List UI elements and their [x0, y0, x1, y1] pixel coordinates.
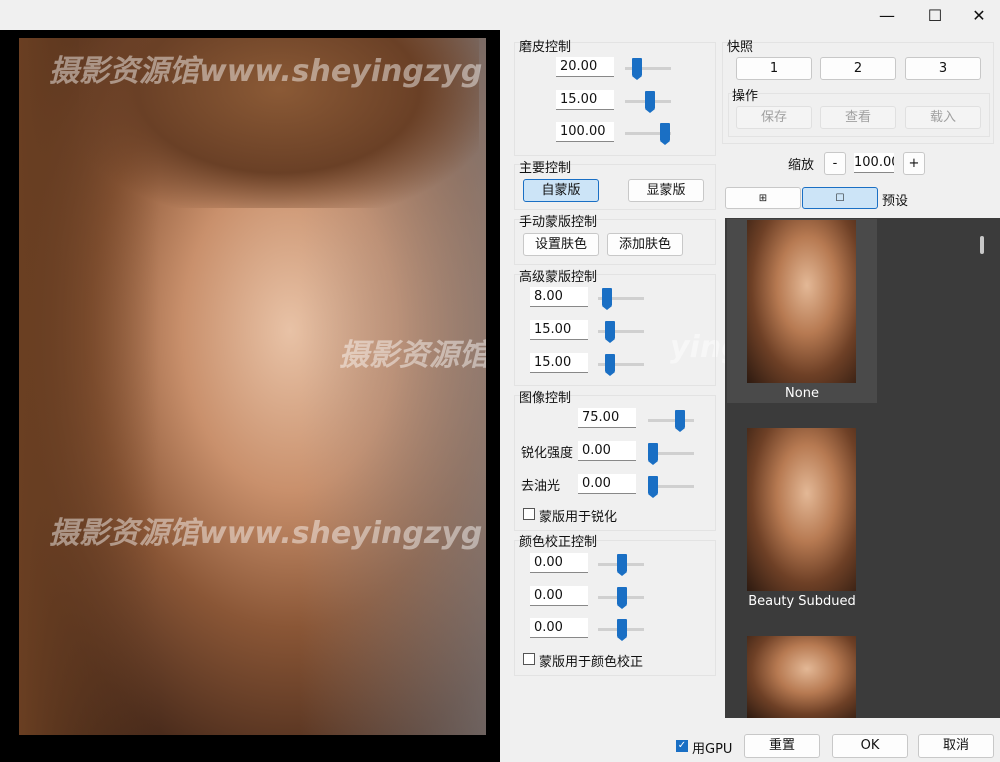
snapshot-3-button[interactable]: 3: [905, 57, 981, 80]
add-skin-button[interactable]: 添加肤色: [607, 233, 683, 256]
snapshot-save-button[interactable]: 保存: [736, 106, 812, 129]
preset-thumb-none: [747, 220, 856, 383]
deshine-label: 去油光: [521, 479, 561, 494]
advanced-mask-value-3[interactable]: [530, 353, 588, 373]
color-correction-value-2[interactable]: [530, 586, 588, 606]
image-control-value[interactable]: [578, 408, 636, 428]
preset-thumb-beauty-subdued[interactable]: [747, 428, 856, 591]
set-skin-button[interactable]: 设置肤色: [523, 233, 599, 256]
watermark-top: 摄影资源馆www.sheyingzyg: [49, 54, 483, 89]
advanced-mask-slider-1-thumb[interactable]: [602, 288, 612, 310]
color-correction-title: 颜色校正控制: [519, 535, 598, 550]
watermark-bottom: 摄影资源馆www.sheyingzyg: [49, 516, 483, 551]
color-correction-slider-1-thumb[interactable]: [617, 554, 627, 576]
reset-button[interactable]: 重置: [744, 734, 820, 758]
gpu-label: 用GPU: [692, 742, 733, 757]
preview-image[interactable]: 摄影资源馆www.sheyingzyg 摄影资源馆 摄影资源馆www.sheyi…: [19, 38, 486, 735]
snapshot-title: 快照: [727, 40, 754, 55]
maximize-icon: ☐: [927, 5, 943, 25]
zoom-minus-button[interactable]: -: [824, 152, 846, 175]
advanced-mask-slider-3-thumb[interactable]: [605, 354, 615, 376]
grid-view-button[interactable]: ⊞: [725, 187, 801, 209]
snapshot-1-button[interactable]: 1: [736, 57, 812, 80]
close-button[interactable]: ✕: [956, 0, 1000, 30]
advanced-mask-slider-2-thumb[interactable]: [605, 321, 615, 343]
smoothing-value-2[interactable]: [556, 90, 614, 110]
preset-scrollbar-thumb[interactable]: [980, 236, 984, 254]
operations-title: 操作: [732, 89, 759, 104]
snapshot-load-button[interactable]: 载入: [905, 106, 981, 129]
ok-button[interactable]: OK: [832, 734, 908, 758]
single-view-icon: ☐: [835, 193, 845, 204]
smoothing-slider-3-thumb[interactable]: [660, 123, 670, 145]
watermark-middle: 摄影资源馆: [339, 338, 486, 373]
smoothing-value-1[interactable]: [556, 57, 614, 77]
mask-color-label: 蒙版用于颜色校正: [539, 655, 644, 670]
close-icon: ✕: [972, 5, 986, 25]
manual-mask-title: 手动蒙版控制: [519, 215, 598, 230]
preset-caption-beauty-subdued: Beauty Subdued: [748, 594, 856, 609]
preset-thumb-third[interactable]: [747, 636, 856, 718]
smoothing-title: 磨皮控制: [519, 40, 572, 55]
zoom-value[interactable]: [854, 153, 894, 173]
minimize-button[interactable]: —: [864, 0, 910, 30]
smoothing-slider-1-thumb[interactable]: [632, 58, 642, 80]
maximize-button[interactable]: ☐: [912, 0, 958, 30]
snapshot-2-button[interactable]: 2: [820, 57, 896, 80]
deshine-value[interactable]: [578, 474, 636, 494]
image-control-title: 图像控制: [519, 391, 572, 406]
mask-sharpen-label: 蒙版用于锐化: [539, 510, 618, 525]
advanced-mask-value-2[interactable]: [530, 320, 588, 340]
deshine-slider-thumb[interactable]: [648, 476, 658, 498]
minimize-icon: —: [879, 5, 895, 25]
color-correction-value-1[interactable]: [530, 553, 588, 573]
gpu-checkbox[interactable]: ✓: [676, 740, 688, 752]
sharpen-label: 锐化强度: [521, 446, 574, 461]
sharpen-value[interactable]: [578, 441, 636, 461]
single-view-button[interactable]: ☐: [802, 187, 878, 209]
cancel-button[interactable]: 取消: [918, 734, 994, 758]
smoothing-group: [514, 42, 716, 156]
zoom-plus-button[interactable]: +: [903, 152, 925, 175]
mask-sharpen-checkbox[interactable]: [523, 508, 535, 520]
advanced-mask-title: 高级蒙版控制: [519, 270, 598, 285]
color-correction-slider-3-thumb[interactable]: [617, 619, 627, 641]
show-mask-button[interactable]: 显蒙版: [628, 179, 704, 202]
color-correction-slider-2-thumb[interactable]: [617, 587, 627, 609]
image-control-slider[interactable]: [648, 419, 694, 422]
auto-mask-button[interactable]: 自蒙版: [523, 179, 599, 202]
zoom-label: 缩放: [788, 158, 815, 173]
image-control-slider-thumb[interactable]: [675, 410, 685, 432]
advanced-mask-value-1[interactable]: [530, 287, 588, 307]
snapshot-view-button[interactable]: 查看: [820, 106, 896, 129]
grid-view-icon: ⊞: [758, 193, 768, 204]
sharpen-slider-thumb[interactable]: [648, 443, 658, 465]
main-control-title: 主要控制: [519, 161, 572, 176]
color-correction-value-3[interactable]: [530, 618, 588, 638]
smoothing-value-3[interactable]: [556, 122, 614, 142]
mask-color-checkbox[interactable]: [523, 653, 535, 665]
smoothing-slider-2-thumb[interactable]: [645, 91, 655, 113]
title-bar: [0, 0, 1000, 30]
preset-caption-none: None: [785, 386, 819, 401]
presets-label: 预设: [882, 194, 909, 209]
